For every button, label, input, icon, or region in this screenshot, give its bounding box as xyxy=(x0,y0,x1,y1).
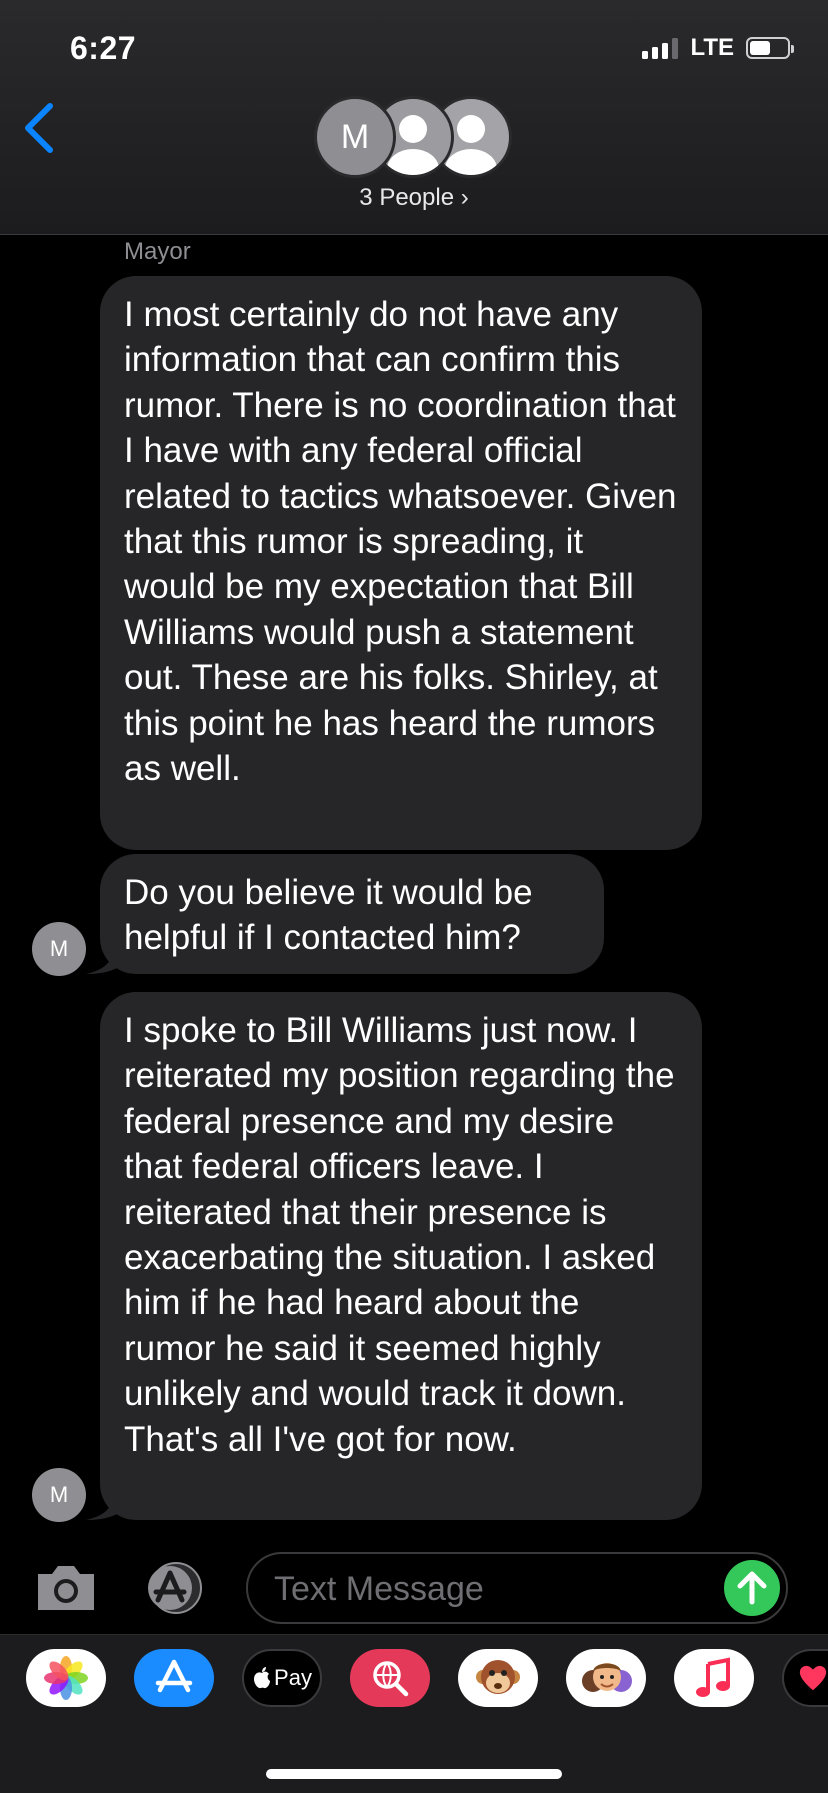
animoji-icon[interactable] xyxy=(458,1649,538,1707)
apple-pay-label: Pay xyxy=(274,1665,312,1690)
app-store-glyph-icon xyxy=(155,1659,193,1693)
message-input-placeholder: Text Message xyxy=(274,1570,484,1608)
imessage-app-drawer: Pay xyxy=(0,1634,828,1793)
avatar[interactable]: M xyxy=(32,922,86,976)
back-button[interactable] xyxy=(20,98,60,158)
message-bubble[interactable]: I most certainly do not have any informa… xyxy=(100,276,702,850)
conversation-header: 6:27 LTE M 3 People › xyxy=(0,0,828,235)
cellular-signal-icon xyxy=(642,37,679,59)
camera-button[interactable] xyxy=(34,1562,98,1614)
music-note-icon xyxy=(696,1657,730,1697)
memoji-icon[interactable] xyxy=(566,1649,646,1707)
group-details-link[interactable]: 3 People › xyxy=(0,184,828,212)
apple-pay-icon[interactable]: Pay xyxy=(242,1649,322,1707)
memoji-faces-icon xyxy=(582,1663,632,1692)
app-store-icon[interactable] xyxy=(134,1649,214,1707)
message-input[interactable]: Text Message xyxy=(246,1552,788,1624)
arrow-up-icon xyxy=(737,1571,767,1605)
app-store-icon xyxy=(148,1562,202,1614)
network-type: LTE xyxy=(690,34,734,61)
group-avatars[interactable]: M xyxy=(314,96,514,178)
message-bubble[interactable]: Do you believe it would be helpful if I … xyxy=(100,854,604,974)
web-search-icon[interactable] xyxy=(350,1649,430,1707)
apple-logo-icon xyxy=(254,1667,271,1689)
music-icon[interactable] xyxy=(674,1649,754,1707)
chevron-left-icon xyxy=(25,103,53,153)
status-time: 6:27 xyxy=(70,30,137,66)
monkey-face-icon xyxy=(476,1660,520,1694)
send-button[interactable] xyxy=(724,1560,780,1616)
photos-icon[interactable] xyxy=(26,1649,106,1707)
bubble-tail xyxy=(86,1490,124,1520)
status-indicators: LTE xyxy=(642,34,794,62)
message-bubble[interactable]: I spoke to Bill Williams just now. I rei… xyxy=(100,992,702,1520)
avatar: M xyxy=(314,96,396,178)
battery-icon xyxy=(746,37,794,59)
app-drawer-button[interactable] xyxy=(140,1562,212,1614)
bubble-tail xyxy=(86,944,124,974)
sender-name: Mayor xyxy=(124,238,191,265)
avatar[interactable]: M xyxy=(32,1468,86,1522)
home-indicator[interactable] xyxy=(266,1769,562,1779)
globe-search-icon xyxy=(373,1661,409,1697)
digital-touch-icon[interactable] xyxy=(782,1649,828,1707)
photos-flower-icon xyxy=(44,1656,88,1700)
camera-icon xyxy=(38,1566,94,1610)
heart-icon xyxy=(799,1665,827,1691)
